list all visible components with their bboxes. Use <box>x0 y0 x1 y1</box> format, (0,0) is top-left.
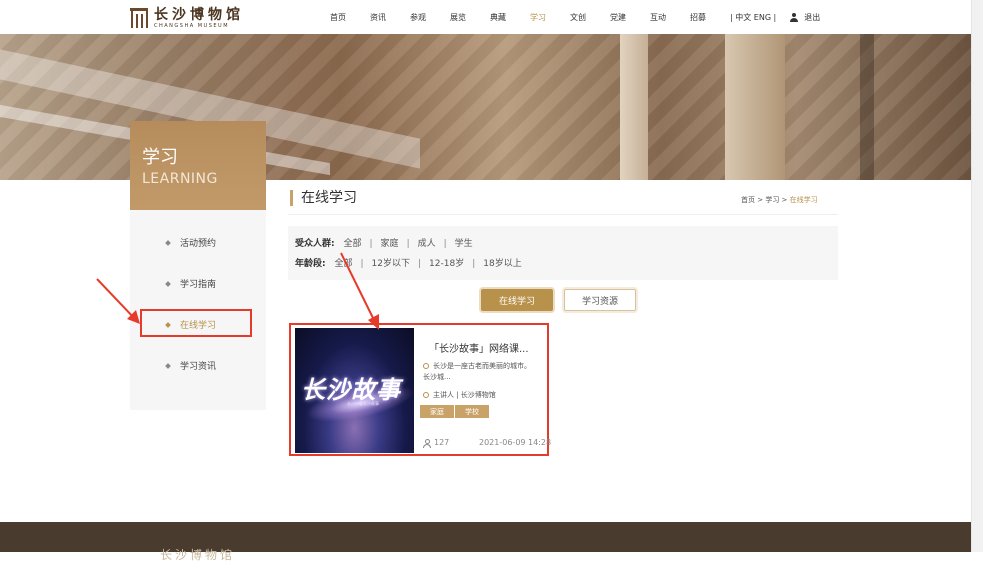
sidebar-item-activity-booking[interactable]: 活动预约 <box>165 236 217 249</box>
filter-audience-student[interactable]: 学生 <box>455 239 473 249</box>
tab-learning-resources[interactable]: 学习资源 <box>564 289 636 311</box>
filter-audience-family[interactable]: 家庭 <box>381 239 399 249</box>
filter-audience-row: 受众人群: 全部 | 家庭 | 成人 | 学生 <box>295 239 473 249</box>
nav-item-collections[interactable]: 典藏 <box>490 12 506 23</box>
museum-logo[interactable]: 长沙博物馆 CHANGSHA MUSEUM <box>130 6 244 30</box>
title-divider <box>288 214 838 215</box>
circle-bullet-icon <box>423 363 429 369</box>
view-count: 127 <box>423 438 449 448</box>
course-card[interactable]: 长沙故事 从一一看长沙故事 「长沙故事」网络课... 长沙是一座古老而美丽的城市… <box>289 323 552 456</box>
filter-audience-all[interactable]: 全部 <box>343 239 361 249</box>
course-speaker: 主讲人 | 长沙博物馆 <box>423 390 496 400</box>
logout-label: 退出 <box>804 12 821 22</box>
annotation-arrow-left <box>96 278 140 324</box>
tab-online-learning[interactable]: 在线学习 <box>481 289 553 311</box>
sidebar-item-label: 学习指南 <box>180 280 217 290</box>
nav-item-recruit[interactable]: 招募 <box>690 12 706 23</box>
thumbnail-subtitle: 从一一看长沙故事 <box>347 401 379 406</box>
filter-age-12-18[interactable]: 12-18岁 <box>429 259 464 269</box>
top-header: 长沙博物馆 CHANGSHA MUSEUM 首页 资讯 参观 展览 典藏 学习 … <box>0 0 972 34</box>
breadcrumb-learning[interactable]: 学习 <box>765 196 779 204</box>
language-switch[interactable]: | 中文 ENG | <box>730 12 776 23</box>
course-date: 2021-06-09 14:28 <box>479 438 552 447</box>
nav-item-visit[interactable]: 参观 <box>410 12 426 23</box>
nav-item-home[interactable]: 首页 <box>330 12 346 23</box>
tag-family: 家庭 <box>420 405 454 418</box>
main-nav: 首页 资讯 参观 展览 典藏 学习 文创 党建 互动 招募 | 中文 ENG |… <box>330 0 820 34</box>
breadcrumb-separator: > <box>779 196 790 204</box>
nav-item-party[interactable]: 党建 <box>610 12 626 23</box>
nav-item-exhibitions[interactable]: 展览 <box>450 12 466 23</box>
person-icon <box>423 438 431 448</box>
sidebar-item-label: 学习资讯 <box>180 362 217 372</box>
page-scrollbar[interactable] <box>971 0 983 552</box>
bullet-icon <box>165 362 171 369</box>
annotation-arrow-card <box>340 252 379 330</box>
footer: 长沙博物馆 <box>0 522 972 562</box>
filter-audience-label: 受众人群: <box>295 239 335 249</box>
filter-audience-adult[interactable]: 成人 <box>418 239 436 249</box>
sidebar-item-label: 活动预约 <box>180 239 217 249</box>
museum-logo-icon <box>130 8 148 28</box>
course-thumbnail[interactable]: 长沙故事 从一一看长沙故事 <box>295 328 414 453</box>
user-icon <box>790 13 799 22</box>
bullet-icon <box>165 239 171 246</box>
breadcrumb-current: 在线学习 <box>789 196 818 204</box>
section-title-en: LEARNING <box>142 171 218 187</box>
section-title-cn: 学习 <box>142 147 178 168</box>
logo-text-en: CHANGSHA MUSEUM <box>154 22 230 29</box>
breadcrumb-home[interactable]: 首页 <box>741 196 755 204</box>
bullet-icon <box>165 280 171 287</box>
thumbnail-title: 长沙故事 <box>301 375 401 404</box>
sidebar-highlight-box <box>140 309 252 337</box>
breadcrumb-separator: > <box>755 196 766 204</box>
filter-age-label: 年龄段: <box>295 259 326 269</box>
nav-item-creative[interactable]: 文创 <box>570 12 586 23</box>
logo-text-cn: 长沙博物馆 <box>154 6 244 23</box>
footer-logo: 长沙博物馆 <box>160 548 236 562</box>
nav-item-learning[interactable]: 学习 <box>530 12 546 23</box>
breadcrumb: 首页 > 学习 > 在线学习 <box>741 195 818 205</box>
tag-school: 学校 <box>455 405 489 418</box>
sidebar-item-learning-news[interactable]: 学习资讯 <box>165 359 217 372</box>
page-title: 在线学习 <box>290 190 357 206</box>
sidebar-item-learning-guide[interactable]: 学习指南 <box>165 277 217 290</box>
course-description: 长沙是一座古老而美丽的城市。长沙城... <box>423 362 531 381</box>
section-title-box: 学习 LEARNING <box>130 121 266 210</box>
logout-button[interactable]: 退出 <box>790 12 820 23</box>
circle-bullet-icon <box>423 392 429 398</box>
filter-age-over-18[interactable]: 18岁以上 <box>483 259 521 269</box>
course-title[interactable]: 「长沙故事」网络课... <box>429 340 529 355</box>
nav-item-interaction[interactable]: 互动 <box>650 12 666 23</box>
nav-item-news[interactable]: 资讯 <box>370 12 386 23</box>
filter-age-row: 年龄段: 全部 | 12岁以下 | 12-18岁 | 18岁以上 <box>295 259 522 269</box>
